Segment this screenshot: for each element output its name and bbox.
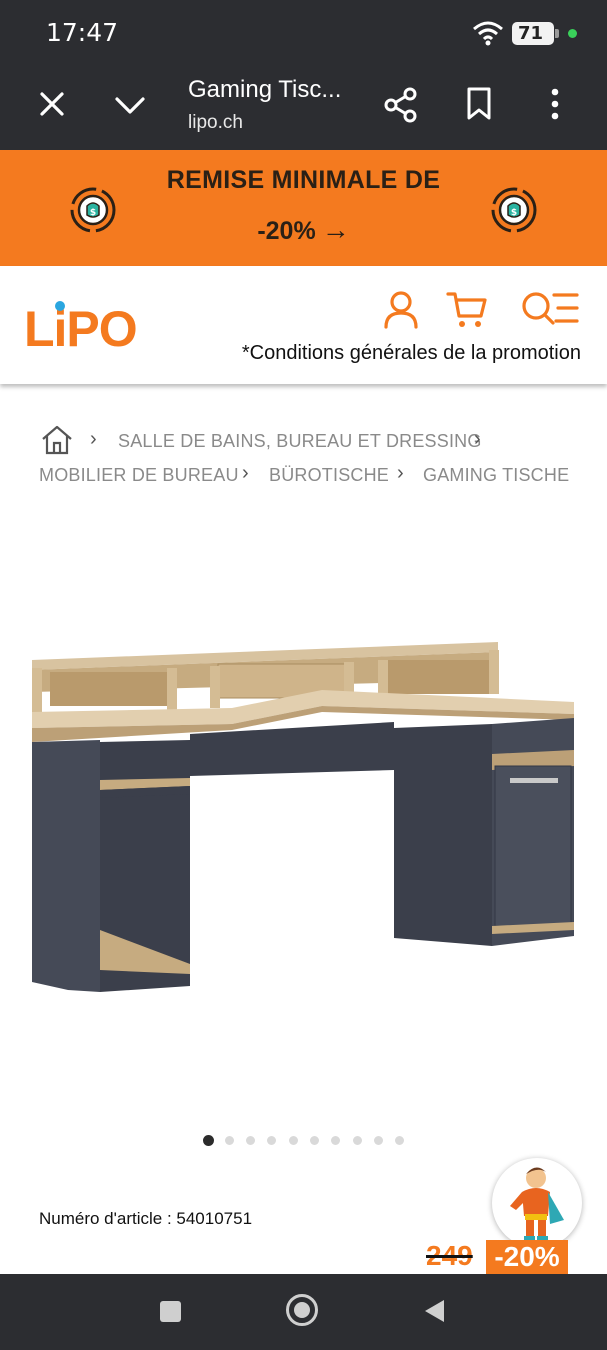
logo-dot: [55, 301, 65, 311]
promo-discount: -20%: [257, 217, 316, 245]
carousel-dot[interactable]: [289, 1136, 298, 1145]
svg-text:$: $: [511, 208, 517, 218]
carousel-dot[interactable]: [331, 1136, 340, 1145]
battery-icon: 71: [512, 22, 559, 45]
user-icon[interactable]: [382, 290, 420, 330]
close-icon[interactable]: [36, 88, 68, 120]
image-carousel-dots: [0, 1135, 607, 1148]
menu-search-icon[interactable]: [520, 290, 580, 330]
carousel-dot[interactable]: [395, 1136, 404, 1145]
breadcrumb-separator: ›: [474, 428, 481, 450]
breadcrumb: › SALLE DE BAINS, BUREAU ET DRESSING › M…: [0, 420, 607, 500]
breadcrumb-item-current: GAMING TISCHE: [423, 465, 570, 485]
old-price: 249: [426, 1240, 473, 1271]
back-button[interactable]: [422, 1298, 446, 1324]
breadcrumb-item[interactable]: MOBILIER DE BUREAU: [39, 465, 239, 486]
carousel-dot[interactable]: [267, 1136, 276, 1145]
coin-icon: $: [491, 187, 537, 233]
bookmark-icon[interactable]: [464, 86, 494, 122]
breadcrumb-item[interactable]: SALLE DE BAINS, BUREAU ET DRESSING: [118, 431, 482, 452]
system-nav-bar: [0, 1274, 607, 1350]
mascot-chat-button[interactable]: [492, 1158, 582, 1248]
carousel-dot[interactable]: [374, 1136, 383, 1145]
promo-conditions-link[interactable]: *Conditions générales de la promotion: [242, 342, 581, 365]
status-dot: [568, 29, 577, 38]
page-title[interactable]: Gaming Tisc...: [188, 76, 341, 104]
page-url[interactable]: lipo.ch: [188, 112, 243, 134]
wifi-icon: [473, 21, 503, 46]
discount-badge: -20%: [486, 1240, 568, 1274]
arrow-right-icon: →: [321, 214, 350, 245]
carousel-dot-active[interactable]: [203, 1135, 214, 1146]
breadcrumb-separator: ›: [242, 462, 249, 484]
mascot-icon: [510, 1167, 564, 1242]
status-bar: 17:47 71: [0, 0, 607, 66]
carousel-dot[interactable]: [246, 1136, 255, 1145]
carousel-dot[interactable]: [353, 1136, 362, 1145]
share-icon[interactable]: [382, 86, 420, 124]
carousel-dot[interactable]: [310, 1136, 319, 1145]
chevron-down-icon[interactable]: [112, 90, 148, 120]
more-icon[interactable]: [540, 86, 570, 122]
home-icon[interactable]: [40, 424, 74, 456]
site-header: LiPO *Conditions générales de la promoti…: [0, 266, 607, 384]
carousel-dot[interactable]: [225, 1136, 234, 1145]
breadcrumb-item[interactable]: BÜROTISCHE: [269, 465, 389, 486]
breadcrumb-separator: ›: [397, 462, 404, 484]
recents-button[interactable]: [160, 1301, 181, 1322]
status-time: 17:47: [46, 18, 119, 47]
home-button[interactable]: [286, 1294, 318, 1326]
article-number: Numéro d'article : 54010751: [39, 1209, 253, 1228]
cart-icon[interactable]: [446, 290, 488, 330]
lipo-logo[interactable]: LiPO: [24, 300, 138, 358]
breadcrumb-separator: ›: [90, 428, 97, 450]
product-image[interactable]: [22, 630, 582, 1002]
promo-banner[interactable]: $ REMISE MINIMALE DE -20% → $: [0, 150, 607, 266]
browser-toolbar: Gaming Tisc... lipo.ch: [0, 66, 607, 150]
